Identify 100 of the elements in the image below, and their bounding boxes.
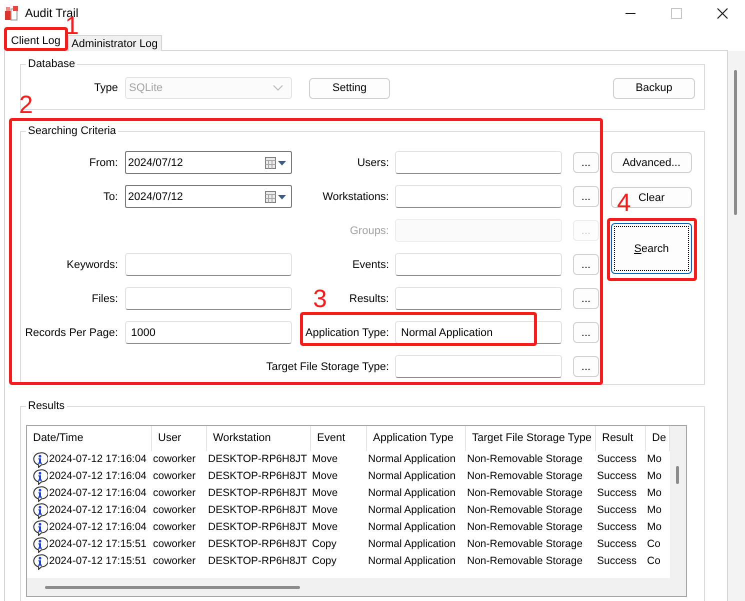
table-cell-text: 2024-07-12 17:15:51 [48, 554, 146, 569]
table-cell-text: Mo [646, 469, 663, 484]
scrollbar-thumb[interactable] [734, 70, 737, 215]
table-cell-text: coworker [152, 469, 197, 484]
text-field[interactable] [125, 253, 292, 276]
table-cell-text: DESKTOP-RP6H8JT [207, 503, 308, 518]
info-icon [32, 520, 48, 536]
table-cell-text: Mo [646, 520, 663, 535]
annotation-number: 3 [313, 290, 327, 308]
table-cell-text: Normal Application [367, 469, 457, 484]
scrollbar-thumb[interactable] [676, 466, 679, 484]
info-icon [32, 502, 48, 518]
table-cell-text: Mo [646, 452, 663, 467]
column-header[interactable]: Result [596, 426, 646, 451]
column-header[interactable]: Workstation [207, 426, 311, 451]
browse-button[interactable]: ... [573, 322, 599, 343]
table-cell-text: Copy [311, 537, 338, 552]
table-cell-text: Success [596, 452, 638, 467]
table-cell-text: DESKTOP-RP6H8JT [207, 537, 308, 552]
table-cell-text: Move [311, 520, 339, 535]
info-icon [32, 486, 48, 502]
table-cell-text: Non-Removable Storage [466, 554, 584, 569]
field-label: Users: [357, 156, 389, 168]
table-cell-text: coworker [152, 486, 197, 501]
calendar-caret-icon [265, 190, 287, 202]
browse-button[interactable]: ... [573, 186, 599, 207]
table-cell-text: Co [646, 554, 662, 569]
table-cell-text: Non-Removable Storage [466, 486, 584, 501]
table-cell-text: Normal Application [367, 520, 457, 535]
info-icon [32, 468, 48, 484]
table-cell-text: coworker [152, 452, 197, 467]
table-cell-text: DESKTOP-RP6H8JT [207, 554, 308, 569]
column-header[interactable]: Event [311, 426, 367, 451]
text-field[interactable] [395, 185, 562, 208]
annotation-number: 2 [19, 96, 33, 114]
table-cell-text: Normal Application [367, 452, 457, 467]
table-cell-text: Success [596, 503, 638, 518]
annotation-number: 1 [65, 17, 79, 35]
table-cell-text: 2024-07-12 17:16:04 [48, 486, 146, 501]
column-header[interactable]: Date/Time [27, 426, 152, 451]
advanced-button[interactable]: Advanced... [611, 152, 692, 173]
text-field[interactable] [395, 355, 562, 378]
text-field[interactable]: Normal Application [395, 321, 562, 344]
table-cell-text: DESKTOP-RP6H8JT [207, 469, 308, 484]
table-cell-text: Success [596, 520, 638, 535]
field-label: Records Per Page: [25, 326, 118, 338]
vertical-scrollbar[interactable] [728, 51, 745, 601]
table-cell-text: Mo [646, 486, 663, 501]
table-cell-text: Success [596, 537, 638, 552]
table-cell-text: Normal Application [367, 486, 457, 501]
table-cell-text: Move [311, 469, 339, 484]
table-cell-text: 2024-07-12 17:16:04 [48, 503, 146, 518]
backup-button[interactable]: Backup [613, 78, 695, 98]
field-label: Groups: [350, 224, 389, 236]
text-field[interactable] [395, 287, 562, 310]
table-cell-text: DESKTOP-RP6H8JT [207, 486, 308, 501]
field-label: From: [89, 156, 118, 168]
text-field[interactable] [125, 287, 292, 310]
text-field[interactable] [395, 151, 562, 174]
browse-button[interactable]: ... [573, 152, 599, 173]
info-icon [32, 452, 48, 468]
table-cell-text: Non-Removable Storage [466, 537, 584, 552]
field-label: Type [94, 82, 118, 94]
column-header[interactable]: User [152, 426, 207, 451]
calendar-caret-icon [265, 156, 287, 168]
browse-button[interactable]: ... [573, 254, 599, 275]
table-cell-text: Copy [311, 554, 338, 569]
vertical-scrollbar[interactable] [670, 426, 686, 578]
table-cell-text: DESKTOP-RP6H8JT [207, 452, 308, 467]
table-cell-text: Non-Removable Storage [466, 452, 584, 467]
table-cell-text: Success [596, 469, 638, 484]
chevron-icon [273, 85, 283, 91]
field-label: To: [103, 190, 118, 202]
column-header[interactable]: Application Type [367, 426, 466, 451]
field-label: Workstations: [322, 190, 389, 202]
text-field[interactable]: 1000 [125, 321, 292, 344]
column-header[interactable]: Target File Storage Type [466, 426, 596, 451]
table-cell-text: Co [646, 537, 662, 552]
blocks-icon [4, 5, 20, 21]
setting-button[interactable]: Setting [309, 78, 390, 98]
table-cell-text: Normal Application [367, 503, 457, 518]
table-cell-text: coworker [152, 503, 197, 518]
text-field[interactable] [395, 253, 562, 276]
close-icon [716, 8, 728, 18]
horizontal-scrollbar[interactable] [27, 578, 686, 596]
table-cell-text: 2024-07-12 17:16:04 [48, 452, 146, 467]
field-label: Target File Storage Type: [266, 360, 389, 372]
maximize-icon [670, 8, 682, 18]
browse-button[interactable]: ... [573, 356, 599, 377]
date-picker[interactable]: 2024/07/12 [125, 151, 292, 174]
date-picker[interactable]: 2024/07/12 [125, 185, 292, 208]
tab[interactable]: Administrator Log [68, 35, 162, 51]
browse-button[interactable]: ... [573, 288, 599, 309]
table-cell-text: 2024-07-12 17:16:04 [48, 520, 146, 535]
table-cell-text: Success [596, 554, 638, 569]
table-cell-text: Non-Removable Storage [466, 503, 584, 518]
field-label: Files: [92, 292, 118, 304]
scrollbar-thumb[interactable] [45, 586, 300, 589]
table-cell-text: Move [311, 503, 339, 518]
search-button[interactable]: Search [611, 223, 692, 274]
